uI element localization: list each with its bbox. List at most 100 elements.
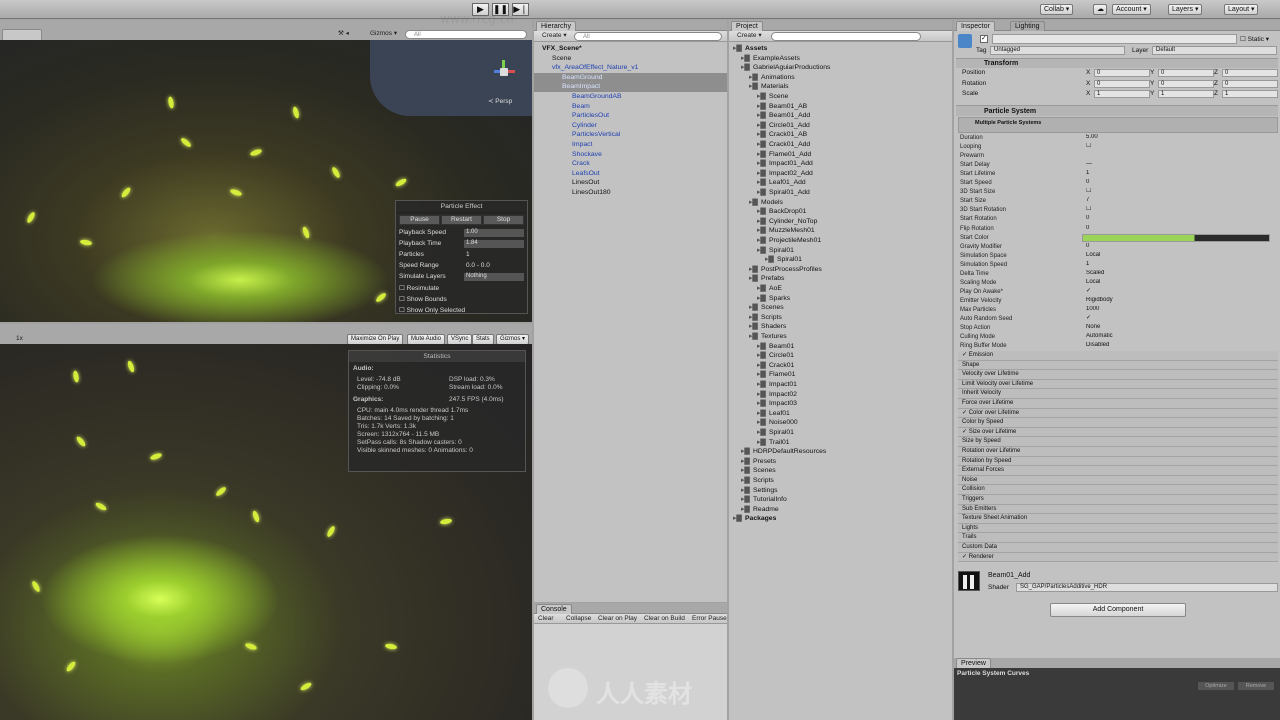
cloud-icon[interactable]: ☁ (1093, 4, 1107, 15)
ps-property-value[interactable]: ✓ (1084, 288, 1272, 296)
tab-inspector[interactable]: Inspector (956, 21, 995, 31)
project-item[interactable]: ▸▇ Circle01_Add (729, 121, 952, 131)
ps-module-header[interactable]: Force over Lifetime (958, 399, 1278, 409)
hierarchy-item[interactable]: LeafsOut (534, 169, 727, 179)
project-item[interactable]: ▸▇ Noise000 (729, 418, 952, 428)
layers-button[interactable]: Layers ▾ (1168, 4, 1203, 15)
hierarchy-item[interactable]: Beam (534, 102, 727, 112)
tools-icon[interactable]: ⚒ ◂ (338, 30, 349, 38)
project-item[interactable]: ▸▇ MuzzleMesh01 (729, 226, 952, 236)
ps-property-value[interactable]: 0 (1084, 179, 1272, 187)
ps-module-header[interactable]: Custom Data (958, 543, 1278, 553)
ps-property-value[interactable]: None (1084, 324, 1272, 332)
pause-effect-button[interactable]: Pause (399, 215, 440, 225)
project-item[interactable]: ▸▇ Spiral01 (729, 428, 952, 438)
remove-button[interactable]: Remove (1238, 682, 1274, 690)
game-scale[interactable]: 1x (16, 335, 23, 343)
ps-module-header[interactable]: Size by Speed (958, 437, 1278, 447)
ps-module-header[interactable]: Triggers (958, 495, 1278, 505)
ps-property-row[interactable]: Stop Action None (958, 324, 1278, 333)
ps-property-row[interactable]: Emitter Velocity Rigidbody (958, 297, 1278, 306)
ps-property-row[interactable]: Flip Rotation 0 (958, 225, 1278, 234)
ps-property-row[interactable]: Start Size 7 (958, 197, 1278, 206)
collab-button[interactable]: Collab ▾ (1040, 4, 1074, 15)
ps-property-row[interactable]: Start Lifetime 1 (958, 170, 1278, 179)
ps-property-value[interactable]: 0 (1084, 225, 1272, 233)
ps-module-header[interactable]: ✓ Color over Lifetime (958, 408, 1278, 419)
hierarchy-item[interactable]: Crack (534, 159, 727, 169)
scene-search-input[interactable]: All (405, 30, 527, 39)
ps-module-header[interactable]: Collision (958, 485, 1278, 495)
ps-property-value[interactable]: 7 (1084, 197, 1272, 205)
transform-y-field[interactable]: 1 (1158, 90, 1214, 98)
ps-property-value[interactable]: 1 (1084, 170, 1272, 178)
project-create-button[interactable]: Create ▾ (737, 32, 762, 40)
project-search-input[interactable] (771, 32, 921, 41)
game-viewport[interactable]: Statistics Audio: Level: -74.8 dB DSP lo… (0, 344, 532, 720)
stop-effect-button[interactable]: Stop (483, 215, 524, 225)
ps-module-header[interactable]: External Forces (958, 466, 1278, 476)
project-item[interactable]: ▸▇ AoE (729, 284, 952, 294)
hierarchy-item[interactable]: LinesOut180 (534, 188, 727, 198)
transform-z-field[interactable]: 0 (1222, 69, 1278, 77)
start-color-swatch[interactable] (1082, 233, 1270, 242)
ps-module-header[interactable]: Trails (958, 533, 1278, 543)
project-item[interactable]: ▸▇ Beam01 (729, 342, 952, 352)
project-item[interactable]: ▸▇ Impact02 (729, 390, 952, 400)
project-item[interactable]: ▸▇ Scripts (729, 476, 952, 486)
project-item[interactable]: ▸▇ Leaf01 (729, 409, 952, 419)
ps-property-row[interactable]: Gravity Modifier 0 (958, 243, 1278, 252)
hierarchy-item[interactable]: vfx_AreaOfEffect_Nature_v1 (534, 63, 727, 73)
project-item[interactable]: ▸▇ Crack01_AB (729, 130, 952, 140)
console-clear-on-build-button[interactable]: Clear on Build (644, 615, 685, 623)
transform-z-field[interactable]: 1 (1222, 90, 1278, 98)
project-item[interactable]: ▸▇ BackDrop01 (729, 207, 952, 217)
project-item[interactable]: ▸▇ Crack01 (729, 361, 952, 371)
ps-property-row[interactable]: Play On Awake* ✓ (958, 288, 1278, 297)
project-item[interactable]: ▸▇ Prefabs (729, 274, 952, 284)
transform-y-field[interactable]: 0 (1158, 69, 1214, 77)
ps-property-value[interactable]: Rigidbody (1084, 297, 1272, 305)
project-item[interactable]: ▸▇ Trail01 (729, 438, 952, 448)
project-item[interactable]: ▸▇ Scenes (729, 303, 952, 313)
ps-property-row[interactable]: Simulation Speed 1 (958, 261, 1278, 270)
add-component-button[interactable]: Add Component (1050, 603, 1186, 617)
project-item[interactable]: ▸▇ Spiral01_Add (729, 188, 952, 198)
ps-property-row[interactable]: Start Color (958, 233, 1278, 243)
ps-module-header[interactable]: Noise (958, 475, 1278, 486)
console-clear-on-play-button[interactable]: Clear on Play (598, 615, 637, 623)
ps-module-header[interactable]: Limit Velocity over Lifetime (958, 379, 1278, 390)
ps-property-value[interactable] (1084, 152, 1272, 160)
project-item[interactable]: ▸▇ Scene (729, 92, 952, 102)
project-item[interactable]: ▸▇ Spiral01 (729, 255, 952, 265)
project-item[interactable]: ▸▇ Materials (729, 82, 952, 92)
project-item[interactable]: ▸▇ Readme (729, 505, 952, 515)
account-button[interactable]: Account ▾ (1112, 4, 1151, 15)
ps-property-row[interactable]: Max Particles 1000 (958, 306, 1278, 315)
ps-property-row[interactable]: Start Speed 0 (958, 179, 1278, 188)
layer-dropdown[interactable]: Default (1152, 46, 1277, 55)
project-item[interactable]: ▸▇ PostProcessProfiles (729, 265, 952, 275)
optimize-button[interactable]: Optimize (1198, 682, 1234, 690)
transform-z-field[interactable]: 0 (1222, 79, 1278, 88)
project-item[interactable]: ▸▇ Flame01_Add (729, 150, 952, 160)
tab-preview[interactable]: Preview (956, 658, 991, 668)
ps-property-row[interactable]: Duration 5.00 (958, 134, 1278, 143)
ps-module-header[interactable]: Lights (958, 523, 1278, 534)
ps-property-value[interactable]: 5.00 (1084, 134, 1272, 142)
restart-effect-button[interactable]: Restart (441, 215, 482, 225)
ps-property-value[interactable]: Scaled (1084, 270, 1272, 278)
tab-hierarchy[interactable]: Hierarchy (536, 21, 576, 31)
ps-property-value[interactable]: ☐ (1084, 188, 1272, 196)
transform-x-field[interactable]: 0 (1094, 79, 1150, 88)
ps-property-value[interactable]: 0 (1084, 215, 1272, 223)
ps-module-header[interactable]: Rotation over Lifetime (958, 447, 1278, 457)
ps-property-row[interactable]: Simulation Space Local (958, 252, 1278, 261)
project-item[interactable]: ▸▇ Beam01_AB (729, 102, 952, 112)
ps-module-header[interactable]: ✓ Emission (958, 351, 1278, 361)
scene-gizmo-axes[interactable] (490, 56, 522, 88)
project-item[interactable]: ▸▇ Leaf01_Add (729, 178, 952, 188)
project-item[interactable]: ▸▇ Scripts (729, 313, 952, 323)
tab-console[interactable]: Console (536, 604, 572, 614)
project-item[interactable]: ▸▇ Spiral01 (729, 246, 952, 256)
